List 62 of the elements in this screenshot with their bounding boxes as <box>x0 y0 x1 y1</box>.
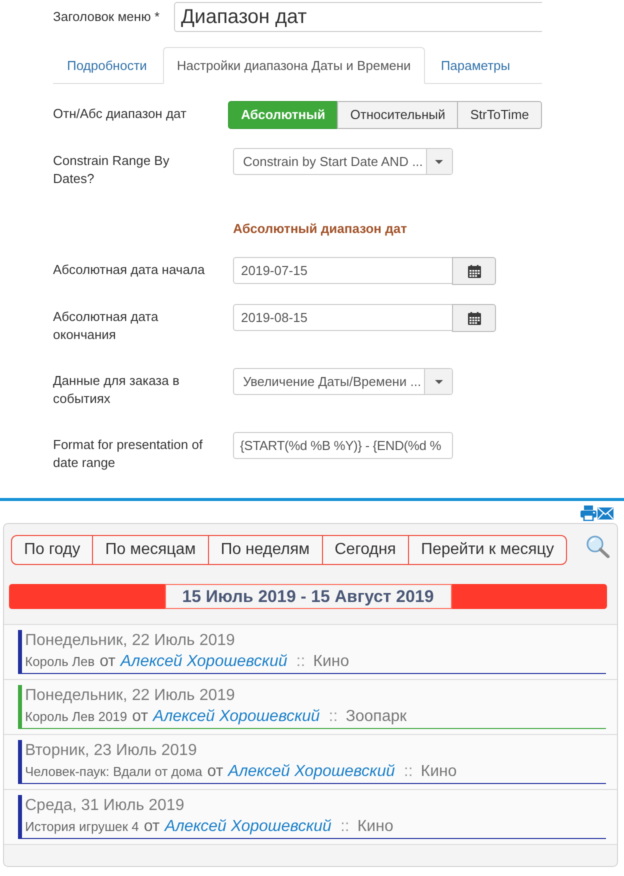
date-range-title: 15 Июль 2019 - 15 Август 2019 <box>164 584 452 609</box>
calendar-button[interactable] <box>452 257 496 285</box>
calendar-icon <box>468 264 480 278</box>
caret-icon <box>435 160 444 164</box>
dropdown[interactable]: Constrain by Start Date AND ... <box>233 148 453 175</box>
field-label: Заголовок меню * <box>53 8 161 26</box>
event-category: Зоопарк <box>346 708 407 725</box>
search-icon[interactable] <box>586 535 610 558</box>
event-category: Кино <box>357 818 394 835</box>
caret-icon <box>434 380 443 384</box>
date-field[interactable]: 2019-08-15 <box>233 304 453 331</box>
calendar-icon <box>468 312 480 324</box>
by-label: от <box>132 708 148 725</box>
printer-icon[interactable] <box>580 505 597 521</box>
title-field[interactable]: Диапазон дат <box>174 2 542 32</box>
field-label: Constrain Range By Dates? <box>53 152 170 188</box>
tab[interactable]: Настройки диапазона Даты и Времени <box>162 47 425 84</box>
toggle-option[interactable]: Относительный <box>337 101 458 129</box>
event-title: Человек-паук: Вдали от дома <box>25 764 202 779</box>
by-label: от <box>144 818 160 835</box>
toggle-option[interactable]: StrToTime <box>457 101 542 129</box>
calendar-button[interactable] <box>452 304 496 332</box>
event-entry[interactable]: Понедельник, 22 Июль 2019 Король Лев от Алексей Хорошевский :: Кино <box>18 630 606 674</box>
by-label: от <box>100 653 116 670</box>
event-entry[interactable]: Среда, 31 Июль 2019 История игрушек 4 от Алексей Хорошевский :: Кино <box>18 795 606 839</box>
field-label: Абсолютная дата начала <box>53 261 206 279</box>
event-title: Король Лев <box>25 654 95 669</box>
field-label: Format for presentation of date range <box>53 436 204 472</box>
separator-text: :: <box>328 708 338 725</box>
view-tab[interactable]: Перейти к месяцу <box>408 536 566 564</box>
date-field[interactable]: 2019-07-15 <box>233 257 453 284</box>
event-title: Король Лев 2019 <box>25 709 128 724</box>
event-category: Кино <box>313 653 350 670</box>
author-link[interactable]: Алексей Хорошевский <box>228 763 395 780</box>
event-entry[interactable]: Понедельник, 22 Июль 2019 Король Лев 2019 от Алексей Хорошевский :: Зоопарк <box>18 685 606 729</box>
by-label: от <box>207 763 224 780</box>
field-label: Данные для заказа в событиях <box>53 372 180 408</box>
tab[interactable]: Параметры <box>426 47 524 84</box>
view-tab[interactable]: По году <box>12 536 92 564</box>
event-date: Понедельник, 22 Июль 2019 <box>25 631 236 651</box>
text-field[interactable]: {START(%d %B %Y)} - {END(%d % <box>233 432 453 459</box>
author-link[interactable]: Алексей Хорошевский <box>164 818 332 835</box>
author-link[interactable]: Алексей Хорошевский <box>153 708 320 725</box>
separator-text: :: <box>340 818 350 835</box>
event-title: История игрушек 4 <box>25 819 139 834</box>
author-link[interactable]: Алексей Хорошевский <box>120 653 288 670</box>
event-date: Среда, 31 Июль 2019 <box>25 796 186 816</box>
tab[interactable]: Подробности <box>53 47 161 84</box>
event-date: Вторник, 23 Июль 2019 <box>25 741 198 761</box>
section-heading: Абсолютный диапазон дат <box>233 220 408 238</box>
view-tab[interactable]: Сегодня <box>322 536 408 564</box>
envelope-icon[interactable] <box>597 505 614 521</box>
view-tab[interactable]: По месяцам <box>92 536 208 564</box>
event-date: Понедельник, 22 Июль 2019 <box>25 686 236 706</box>
separator-text: :: <box>404 763 413 780</box>
event-category: Кино <box>420 763 457 780</box>
view-tab[interactable]: По неделям <box>208 536 322 564</box>
separator-text: :: <box>296 653 306 670</box>
dropdown[interactable]: Увеличение Даты/Времени ... <box>233 368 453 395</box>
field-label: Отн/Абс диапазон дат <box>53 105 188 123</box>
event-entry[interactable]: Вторник, 23 Июль 2019 Человек-паук: Вдали от дома от Алексей Хорошевский :: Кино <box>18 740 606 784</box>
field-label: Абсолютная дата окончания <box>53 308 160 344</box>
